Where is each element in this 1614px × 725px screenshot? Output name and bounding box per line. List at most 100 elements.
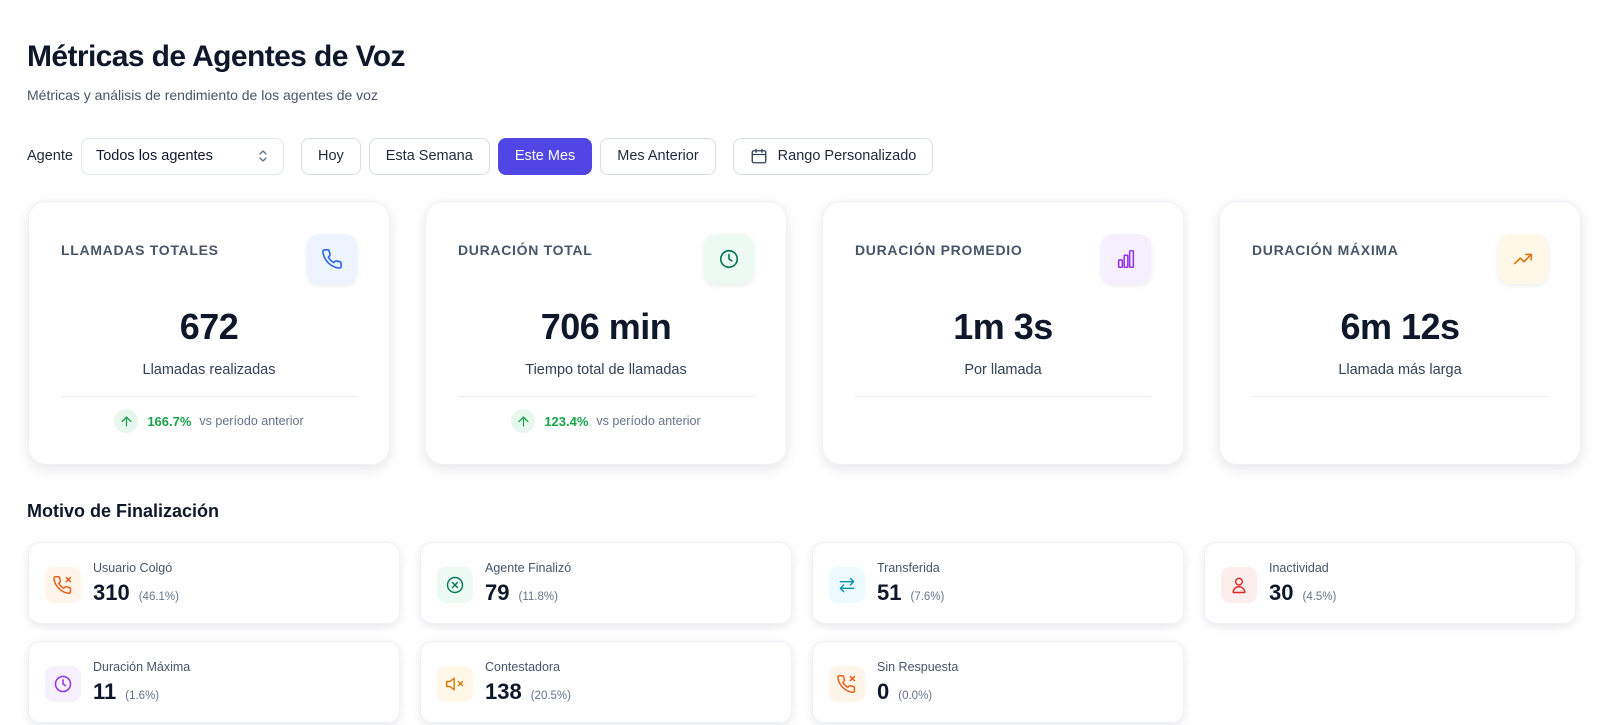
stat-card-max-duration: DURACIÓN MÁXIMA 6m 12s Llamada más larga bbox=[1219, 201, 1581, 465]
period-button-este-mes[interactable]: Este Mes bbox=[497, 137, 593, 175]
reason-value-row: 30 (4.5%) bbox=[1269, 580, 1336, 606]
reason-label: Usuario Colgó bbox=[93, 561, 173, 575]
stat-icon-box bbox=[307, 234, 357, 284]
reason-value-row: 0 (0.0%) bbox=[877, 679, 932, 705]
divider bbox=[458, 396, 754, 397]
reason-card-agent-ended: Agente Finalizó 79 (11.8%) bbox=[420, 542, 792, 624]
reason-count: 11 bbox=[93, 679, 117, 704]
reason-icon-box bbox=[437, 666, 473, 702]
user-icon bbox=[1232, 577, 1246, 594]
stat-trend: 123.4% vs período anterior bbox=[426, 409, 786, 433]
stat-value: 6m 12s bbox=[1340, 306, 1460, 347]
stat-description: Tiempo total de llamadas bbox=[525, 362, 687, 378]
stat-description: Por llamada bbox=[964, 362, 1042, 378]
reason-icon-box bbox=[437, 567, 473, 603]
reason-label: Transferida bbox=[877, 561, 940, 575]
speaker-muted-icon bbox=[445, 677, 464, 691]
trending-up-icon bbox=[1513, 253, 1533, 265]
reason-card-max-duration: Duración Máxima 11 (1.6%) bbox=[28, 641, 400, 723]
reason-card-transferred: Transferida 51 (7.6%) bbox=[812, 542, 1184, 624]
trend-badge bbox=[114, 409, 139, 433]
divider bbox=[61, 396, 357, 397]
stat-label: LLAMADAS TOTALES bbox=[61, 242, 219, 258]
reason-label: Sin Respuesta bbox=[877, 660, 959, 674]
stat-label: DURACIÓN MÁXIMA bbox=[1252, 242, 1399, 258]
phone-x-icon bbox=[837, 674, 856, 693]
reason-icon-box bbox=[829, 666, 865, 702]
page-title: Métricas de Agentes de Voz bbox=[27, 40, 405, 73]
custom-range-button[interactable]: Rango Personalizado bbox=[732, 137, 934, 175]
reason-percentage: (46.1%) bbox=[138, 591, 179, 603]
reason-value-row: 51 (7.6%) bbox=[877, 580, 944, 606]
reason-icon-box bbox=[45, 666, 81, 702]
stat-trend: 166.7% vs período anterior bbox=[29, 409, 389, 433]
stat-card-total-duration: DURACIÓN TOTAL 706 min Tiempo total de l… bbox=[425, 201, 787, 465]
period-button-mes-anterior[interactable]: Mes Anterior bbox=[600, 137, 716, 175]
reason-label: Contestadora bbox=[485, 660, 561, 674]
reason-label: Agente Finalizó bbox=[485, 561, 572, 575]
reason-value-row: 310 (46.1%) bbox=[93, 580, 179, 606]
clock-icon bbox=[54, 675, 72, 693]
reason-percentage: (1.6%) bbox=[125, 690, 160, 702]
stat-label: DURACIÓN TOTAL bbox=[458, 242, 593, 258]
reason-label: Inactividad bbox=[1269, 561, 1329, 575]
reason-percentage: (11.8%) bbox=[518, 591, 558, 603]
filter-bar: Agente Todos los agentes Hoy Esta Semana… bbox=[27, 137, 941, 175]
reason-count: 310 bbox=[93, 580, 130, 605]
reason-icon-box bbox=[45, 567, 81, 603]
phone-icon bbox=[322, 249, 342, 269]
transfer-arrows-icon bbox=[839, 577, 855, 593]
reason-count: 79 bbox=[485, 580, 510, 605]
reason-percentage: (7.6%) bbox=[910, 591, 945, 603]
stat-value: 706 min bbox=[540, 306, 672, 347]
agent-label: Agente bbox=[27, 148, 73, 164]
stat-icon-box bbox=[1498, 234, 1548, 284]
trend-percentage: 166.7% bbox=[147, 413, 192, 429]
section-title-end-reasons: Motivo de Finalización bbox=[27, 501, 220, 521]
stat-value: 672 bbox=[179, 306, 239, 347]
arrow-up-icon bbox=[121, 416, 132, 426]
reason-percentage: (20.5%) bbox=[530, 690, 571, 702]
stat-icon-box bbox=[1101, 234, 1151, 284]
stat-description: Llamadas realizadas bbox=[142, 362, 276, 378]
agent-select[interactable]: Todos los agentes bbox=[80, 137, 284, 175]
reason-percentage: (4.5%) bbox=[1302, 591, 1337, 603]
divider bbox=[855, 396, 1151, 397]
page-subtitle: Métricas y análisis de rendimiento de lo… bbox=[27, 87, 378, 103]
arrow-up-icon bbox=[518, 416, 529, 426]
stat-icon-box bbox=[704, 234, 754, 284]
phone-x-icon bbox=[53, 575, 72, 594]
reason-value-row: 79 (11.8%) bbox=[485, 580, 558, 606]
reason-card-user-hung-up: Usuario Colgó 310 (46.1%) bbox=[28, 542, 400, 624]
reason-card-inactivity: Inactividad 30 (4.5%) bbox=[1204, 542, 1576, 624]
stat-description: Llamada más larga bbox=[1338, 362, 1462, 378]
trend-text: vs período anterior bbox=[596, 414, 701, 428]
clock-icon bbox=[719, 249, 739, 269]
reason-icon-box bbox=[1221, 567, 1257, 603]
period-button-hoy[interactable]: Hoy bbox=[300, 137, 361, 175]
stats-cards: LLAMADAS TOTALES 672 Llamadas realizadas… bbox=[28, 201, 1581, 465]
chevron-up-down-icon bbox=[259, 150, 267, 162]
trend-percentage: 123.4% bbox=[544, 413, 589, 429]
reason-value-row: 138 (20.5%) bbox=[485, 679, 571, 705]
reason-card-no-answer: Sin Respuesta 0 (0.0%) bbox=[812, 641, 1184, 723]
calendar-icon bbox=[751, 148, 767, 164]
divider bbox=[1252, 396, 1548, 397]
custom-range-label: Rango Personalizado bbox=[777, 148, 917, 164]
reason-value-row: 11 (1.6%) bbox=[93, 679, 159, 705]
bar-chart-icon bbox=[1117, 249, 1135, 269]
reason-percentage: (0.0%) bbox=[898, 690, 933, 702]
stat-value: 1m 3s bbox=[953, 306, 1053, 347]
reason-count: 30 bbox=[1269, 580, 1294, 605]
end-reasons-grid: Usuario Colgó 310 (46.1%) Agente Finaliz… bbox=[28, 542, 1576, 723]
stat-label: DURACIÓN PROMEDIO bbox=[855, 242, 1023, 258]
reason-icon-box bbox=[829, 567, 865, 603]
reason-count: 138 bbox=[485, 679, 522, 704]
reason-label: Duración Máxima bbox=[93, 660, 191, 674]
agent-select-value: Todos los agentes bbox=[95, 148, 213, 164]
period-button-esta-semana[interactable]: Esta Semana bbox=[368, 137, 490, 175]
reason-card-answering-machine: Contestadora 138 (20.5%) bbox=[420, 641, 792, 723]
trend-badge bbox=[511, 409, 536, 433]
reason-count: 51 bbox=[877, 580, 902, 605]
reason-count: 0 bbox=[877, 679, 890, 704]
